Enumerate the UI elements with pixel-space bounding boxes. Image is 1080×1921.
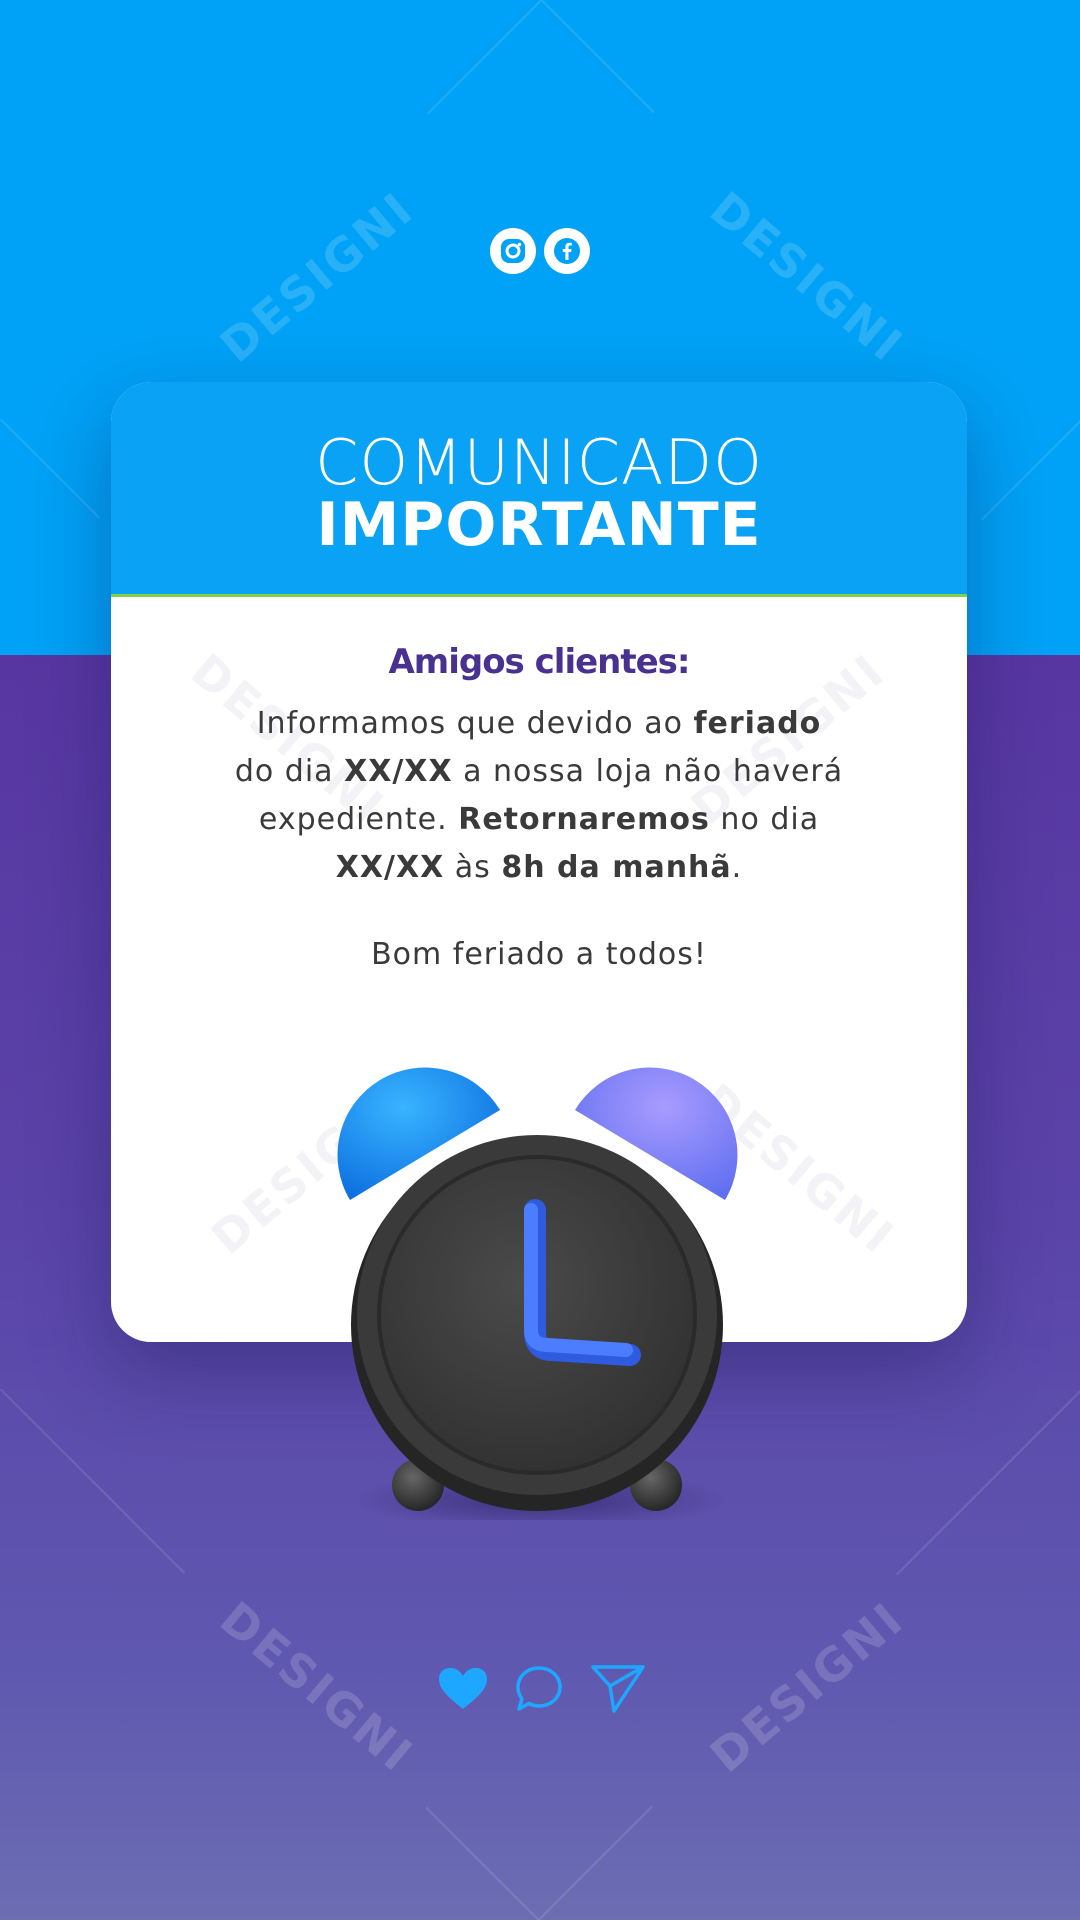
message-body: Informamos que devido ao feriado do dia … <box>234 706 844 885</box>
closing-line: Bom feriado a todos! <box>371 937 707 972</box>
send-icon[interactable] <box>590 1664 646 1718</box>
title-line1: COMUNICADO <box>315 426 763 499</box>
facebook-icon[interactable] <box>544 228 590 274</box>
heart-icon[interactable] <box>438 1667 488 1715</box>
alarm-clock-icon <box>330 1060 750 1530</box>
greeting: Amigos clientes: <box>388 642 690 682</box>
social-links <box>490 228 590 274</box>
card-header: COMUNICADO IMPORTANTE <box>111 382 967 597</box>
comment-icon[interactable] <box>514 1665 564 1717</box>
instagram-icon[interactable] <box>490 228 536 274</box>
post-actions <box>438 1664 646 1718</box>
title-line2: IMPORTANTE <box>316 490 762 560</box>
